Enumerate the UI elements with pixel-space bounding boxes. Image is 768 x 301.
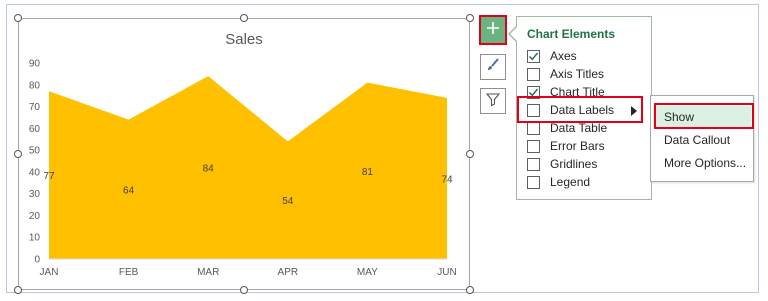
- plus-icon: [486, 21, 500, 40]
- x-tick-label: FEB: [119, 267, 139, 278]
- y-tick-label: 20: [29, 211, 41, 222]
- data-label[interactable]: 84: [203, 164, 215, 175]
- data-label[interactable]: 64: [123, 185, 135, 196]
- y-tick-label: 30: [29, 189, 41, 200]
- submenu-item-data-callout[interactable]: Data Callout: [653, 129, 751, 151]
- chart-element-data-labels[interactable]: Data Labels: [517, 101, 651, 119]
- checkbox[interactable]: [527, 49, 540, 63]
- chart-element-legend[interactable]: Legend: [517, 173, 651, 191]
- checkbox[interactable]: [527, 103, 540, 117]
- checkbox[interactable]: [527, 139, 540, 153]
- chart-element-label: Axes: [550, 49, 577, 63]
- chart-area[interactable]: Sales 0 10 20 30 40 50 60 70 80 90 JAN FEB MAR APR MAY…: [18, 18, 470, 290]
- area-series[interactable]: [49, 76, 447, 259]
- paintbrush-icon: [485, 57, 501, 78]
- x-tick-label: MAY: [357, 267, 378, 278]
- y-tick-label: 40: [29, 167, 41, 178]
- chart-styles-button[interactable]: [480, 54, 506, 80]
- checkbox[interactable]: [527, 175, 540, 189]
- checkbox[interactable]: [527, 67, 540, 81]
- chart-filters-button[interactable]: [480, 88, 506, 114]
- checkmark-icon: [529, 88, 539, 96]
- checkbox[interactable]: [527, 85, 540, 99]
- chart-element-data-table[interactable]: Data Table: [517, 119, 651, 137]
- resize-handle-top[interactable]: [240, 14, 248, 22]
- chart-element-error-bars[interactable]: Error Bars: [517, 137, 651, 155]
- y-tick-label: 60: [29, 124, 41, 135]
- x-tick-label: APR: [278, 267, 299, 278]
- resize-handle-bottom[interactable]: [240, 286, 248, 294]
- chart-element-axis-titles[interactable]: Axis Titles: [517, 65, 651, 83]
- chart-element-label: Chart Title: [550, 85, 605, 99]
- chart-element-gridlines[interactable]: Gridlines: [517, 155, 651, 173]
- y-tick-label: 50: [29, 146, 41, 157]
- checkmark-icon: [529, 52, 539, 60]
- data-label[interactable]: 74: [441, 174, 453, 185]
- x-tick-label: MAR: [197, 267, 219, 278]
- resize-handle-top-left[interactable]: [14, 14, 22, 22]
- resize-handle-right[interactable]: [466, 150, 474, 158]
- checkbox[interactable]: [527, 157, 540, 171]
- panel-pointer-inner: [510, 27, 517, 41]
- x-tick-label: JUN: [437, 267, 456, 278]
- y-tick-label: 10: [29, 233, 41, 244]
- resize-handle-bottom-left[interactable]: [14, 286, 22, 294]
- resize-handle-top-right[interactable]: [466, 14, 474, 22]
- chart-element-label: Axis Titles: [550, 67, 605, 81]
- filter-icon: [485, 91, 501, 112]
- chart-element-label: Gridlines: [550, 157, 598, 171]
- submenu-item-more-options[interactable]: More Options...: [653, 152, 751, 174]
- y-tick-label: 90: [29, 59, 41, 70]
- chart-element-label: Error Bars: [550, 139, 605, 153]
- area-chart-plot[interactable]: 0 10 20 30 40 50 60 70 80 90 JAN FEB MAR APR MAY JUN 77 6…: [19, 19, 471, 291]
- checkbox[interactable]: [527, 121, 540, 135]
- chart-element-label: Data Labels: [550, 103, 615, 117]
- data-label[interactable]: 54: [282, 196, 294, 207]
- chart-element-axes[interactable]: Axes: [517, 47, 651, 65]
- y-tick-label: 80: [29, 80, 41, 91]
- y-tick-label: 0: [34, 255, 40, 266]
- chart-element-label: Legend: [550, 175, 591, 189]
- y-tick-label: 70: [29, 102, 41, 113]
- submenu-arrow-icon: [630, 105, 638, 119]
- resize-handle-bottom-right[interactable]: [466, 286, 474, 294]
- data-label[interactable]: 81: [362, 167, 374, 178]
- chart-element-chart-title[interactable]: Chart Title: [517, 83, 651, 101]
- resize-handle-left[interactable]: [14, 150, 22, 158]
- data-labels-submenu: Show Data Callout More Options...: [650, 95, 754, 182]
- panel-header: Chart Elements: [527, 27, 616, 41]
- submenu-item-show[interactable]: Show: [653, 106, 751, 128]
- data-label[interactable]: 77: [43, 171, 55, 182]
- chart-element-label: Data Table: [550, 121, 608, 135]
- x-tick-label: JAN: [40, 267, 59, 278]
- chart-elements-button[interactable]: [479, 15, 507, 45]
